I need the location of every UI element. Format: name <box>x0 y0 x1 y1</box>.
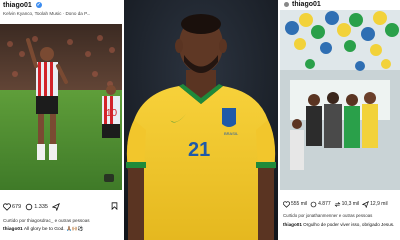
verified-badge-icon: ✓ <box>35 2 42 9</box>
celebration-room-photo <box>280 10 400 190</box>
football-player-photo: 10 <box>0 24 122 190</box>
left-post-photo[interactable]: 10 <box>0 24 122 190</box>
right-comment-button[interactable]: 4.877 <box>310 201 331 208</box>
right-post-action-row: 555 mil 4.877 10,3 mil 12,9 mil <box>280 197 400 211</box>
send-icon <box>51 203 60 211</box>
comment-icon <box>25 203 33 211</box>
right-post-photo[interactable] <box>280 10 400 190</box>
left-liked-by[interactable]: Curtido por thiagosdrac_ e outras pessoa… <box>3 218 90 223</box>
repost-icon <box>334 201 341 207</box>
left-save-button[interactable] <box>111 202 118 212</box>
right-caption: thiago01 Orgulho de poder viver isso, ob… <box>283 222 397 228</box>
jersey-number-text: 21 <box>188 139 210 161</box>
right-like-button[interactable]: 555 mil <box>283 200 307 208</box>
bookmark-icon <box>111 202 118 211</box>
brazil-player-photo: BRASIL 21 <box>124 0 278 240</box>
avatar[interactable] <box>284 2 289 7</box>
center-photo-panel: BRASIL 21 <box>124 0 278 240</box>
brasil-text: BRASIL <box>224 131 239 136</box>
right-send-button[interactable]: 12,9 mil <box>362 200 388 208</box>
right-caption-text: Orgulho de poder viver isso, obrigado Je… <box>303 222 395 227</box>
right-post-username[interactable]: thiago01 <box>292 1 321 8</box>
send-icon <box>362 200 370 208</box>
right-caption-username[interactable]: thiago01 <box>283 222 302 227</box>
left-comment-button[interactable]: 1.335 <box>25 203 48 211</box>
right-liked-by[interactable]: Curtido por jonathanmenner e outras pess… <box>283 213 372 218</box>
left-like-button[interactable]: 679 <box>3 203 21 211</box>
left-post-subtitle[interactable]: Kelvin Kyanco, Toolah Music · Dono da P.… <box>3 11 90 16</box>
left-caption-text: All glory be to God. 🙏🏽🙌🏼⚽️ <box>23 227 84 232</box>
left-post-username[interactable]: thiago01 ✓ <box>3 2 42 9</box>
left-post-action-row: 679 1.335 <box>0 200 122 214</box>
left-post-header: thiago01 ✓ Kelvin Kyanco, Toolah Music ·… <box>0 0 122 22</box>
comment-icon <box>310 201 317 207</box>
left-caption: thiago01 All glory be to God. 🙏🏽🙌🏼⚽️ <box>3 227 84 232</box>
right-repost-button[interactable]: 10,3 mil <box>334 201 359 208</box>
left-post-panel: thiago01 ✓ Kelvin Kyanco, Toolah Music ·… <box>0 0 122 240</box>
heart-icon <box>283 200 290 208</box>
player-number-text: 10 <box>106 108 118 119</box>
left-caption-username[interactable]: thiago01 <box>3 227 23 232</box>
heart-icon <box>3 203 11 211</box>
left-send-button[interactable] <box>51 203 60 211</box>
right-post-panel: thiago01 555 mil 4.877 10,3 mil 12,9 mil… <box>280 0 400 240</box>
